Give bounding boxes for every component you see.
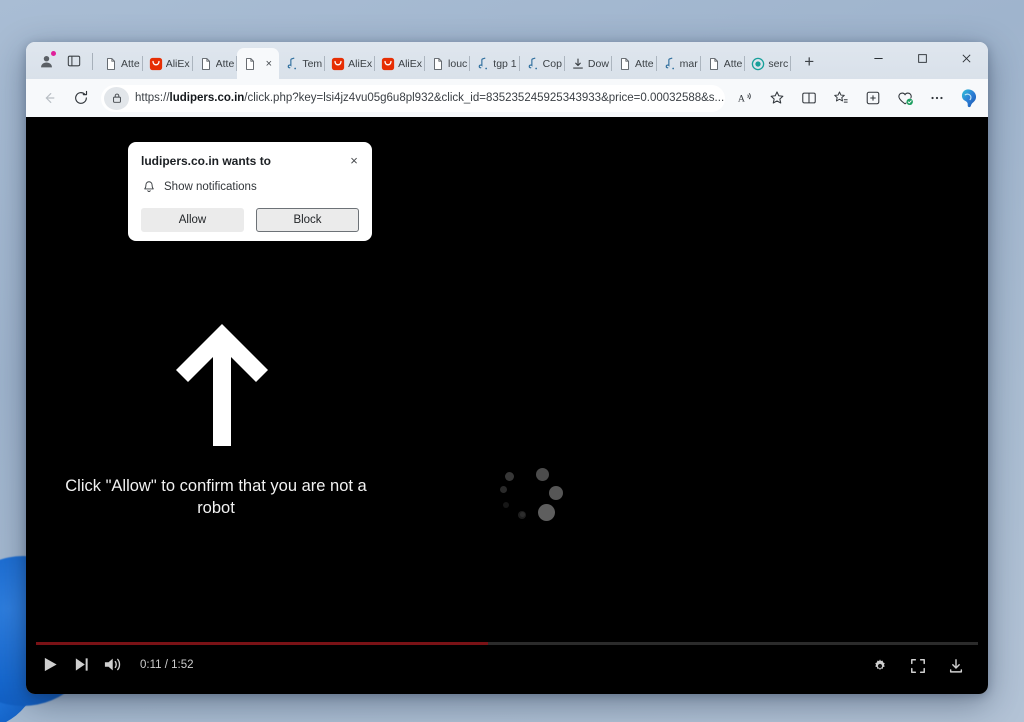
tab-label: AliEx — [165, 58, 190, 70]
navigation-toolbar: https://ludipers.co.in/click.php?key=lsi… — [26, 79, 988, 117]
maximize-button[interactable] — [900, 42, 944, 75]
player-right-controls — [872, 658, 964, 674]
permission-row: Show notifications — [128, 168, 372, 194]
close-window-button[interactable] — [944, 42, 988, 75]
profile-avatar-icon[interactable] — [32, 47, 60, 75]
music-favicon-icon — [526, 57, 540, 71]
teal-circle-favicon-icon — [751, 57, 765, 71]
allow-button[interactable]: Allow — [141, 208, 244, 232]
tab-bar-divider — [92, 53, 93, 70]
tab-divider — [790, 56, 792, 71]
player-left-controls: 0:11 / 1:52 — [42, 656, 194, 673]
tab-item[interactable]: louc — [425, 49, 471, 79]
browser-window: Atte AliEx Atte × Tem AliEx AliEx louc tgp 1 Cop D… — [26, 42, 988, 694]
collections-icon[interactable] — [858, 84, 888, 113]
page-favicon-icon — [104, 57, 118, 71]
video-progress-bar[interactable] — [36, 642, 978, 645]
read-aloud-icon[interactable]: A — [730, 84, 760, 113]
tab-item[interactable]: Tem — [279, 49, 326, 79]
loading-spinner-icon — [500, 464, 563, 526]
fullscreen-icon[interactable] — [910, 658, 926, 674]
robot-confirm-message: Click "Allow" to confirm that you are no… — [65, 477, 367, 517]
address-bar[interactable]: https://ludipers.co.in/click.php?key=lsi… — [101, 84, 725, 112]
tab-item[interactable]: tgp 1 — [470, 49, 520, 79]
tab-item[interactable]: Dow — [565, 49, 612, 79]
tab-label: AliEx — [398, 58, 423, 70]
video-time-display: 0:11 / 1:52 — [140, 658, 194, 671]
tab-label: Dow — [587, 58, 609, 70]
notification-permission-dialog: ludipers.co.in wants to × Show notificat… — [128, 142, 372, 241]
block-button[interactable]: Block — [256, 208, 359, 232]
page-favicon-icon — [707, 57, 721, 71]
tab-close-icon[interactable]: × — [260, 55, 277, 72]
back-arrow-icon[interactable] — [34, 84, 64, 113]
download-icon[interactable] — [948, 658, 964, 674]
tab-item[interactable]: mar — [657, 49, 701, 79]
page-favicon-icon — [618, 57, 632, 71]
tab-label: mar — [679, 58, 698, 70]
dialog-title: ludipers.co.in wants to — [141, 154, 272, 168]
gear-icon[interactable] — [872, 658, 888, 674]
profile-badge — [51, 51, 56, 56]
url-text[interactable]: https://ludipers.co.in/click.php?key=lsi… — [135, 92, 725, 104]
up-arrow-icon — [176, 324, 268, 451]
tab-item[interactable]: Atte — [193, 49, 238, 79]
tab-item[interactable]: Atte — [98, 49, 143, 79]
window-controls — [856, 42, 988, 75]
page-favicon-icon — [431, 57, 445, 71]
music-favicon-icon — [476, 57, 490, 71]
tab-item[interactable]: Atte — [612, 49, 657, 79]
minimize-button[interactable] — [856, 42, 900, 75]
aliexpress-favicon-icon — [381, 57, 395, 71]
tab-label: Atte — [215, 58, 235, 70]
bell-icon — [142, 180, 156, 194]
tab-label: Tem — [302, 58, 323, 70]
aliexpress-favicon-icon — [331, 57, 345, 71]
tab-label: AliEx — [348, 58, 373, 70]
aliexpress-favicon-icon — [149, 57, 163, 71]
music-favicon-icon — [663, 57, 677, 71]
tab-label: louc — [448, 58, 468, 70]
tab-item[interactable]: AliEx — [375, 49, 426, 79]
new-tab-button[interactable]: + — [796, 49, 822, 75]
svg-text:A: A — [738, 94, 745, 105]
page-favicon-icon — [243, 57, 257, 71]
tab-actions-icon[interactable] — [60, 47, 88, 75]
tab-item[interactable]: Atte — [701, 49, 746, 79]
lock-icon[interactable] — [104, 86, 129, 110]
permission-label: Show notifications — [164, 181, 257, 193]
tab-active[interactable]: × — [237, 48, 280, 79]
split-screen-icon[interactable] — [794, 84, 824, 113]
tab-label: Atte — [634, 58, 654, 70]
add-favorite-icon[interactable] — [762, 84, 792, 113]
tab-label: Cop — [542, 58, 562, 70]
tab-bar: Atte AliEx Atte × Tem AliEx AliEx louc tgp 1 Cop D… — [26, 42, 988, 79]
music-favicon-icon — [285, 57, 299, 71]
close-icon[interactable]: × — [344, 150, 364, 170]
video-progress-fill — [36, 642, 489, 645]
settings-more-icon[interactable] — [922, 84, 952, 113]
next-track-icon[interactable] — [73, 656, 90, 673]
tab-item[interactable]: Cop — [520, 49, 565, 79]
tab-strip: Atte AliEx Atte × Tem AliEx AliEx louc tgp 1 Cop D… — [98, 48, 792, 79]
tab-label: Atte — [723, 58, 743, 70]
tab-label: tgp 1 — [493, 58, 517, 70]
dialog-buttons: Allow Block — [128, 194, 372, 232]
page-favicon-icon — [199, 57, 213, 71]
tab-item[interactable]: serc — [745, 49, 792, 79]
copilot-icon[interactable] — [954, 84, 982, 112]
play-icon[interactable] — [42, 656, 59, 673]
tab-label: Atte — [121, 58, 140, 70]
download-favicon-icon — [571, 57, 585, 71]
tab-label: serc — [768, 58, 789, 70]
favorites-icon[interactable] — [826, 84, 856, 113]
tab-item[interactable]: AliEx — [143, 49, 193, 79]
browser-essentials-icon[interactable] — [890, 84, 920, 113]
tab-item[interactable]: AliEx — [325, 49, 376, 79]
refresh-icon[interactable] — [66, 84, 96, 113]
video-player-controls: 0:11 / 1:52 — [26, 642, 988, 694]
volume-icon[interactable] — [104, 656, 124, 673]
